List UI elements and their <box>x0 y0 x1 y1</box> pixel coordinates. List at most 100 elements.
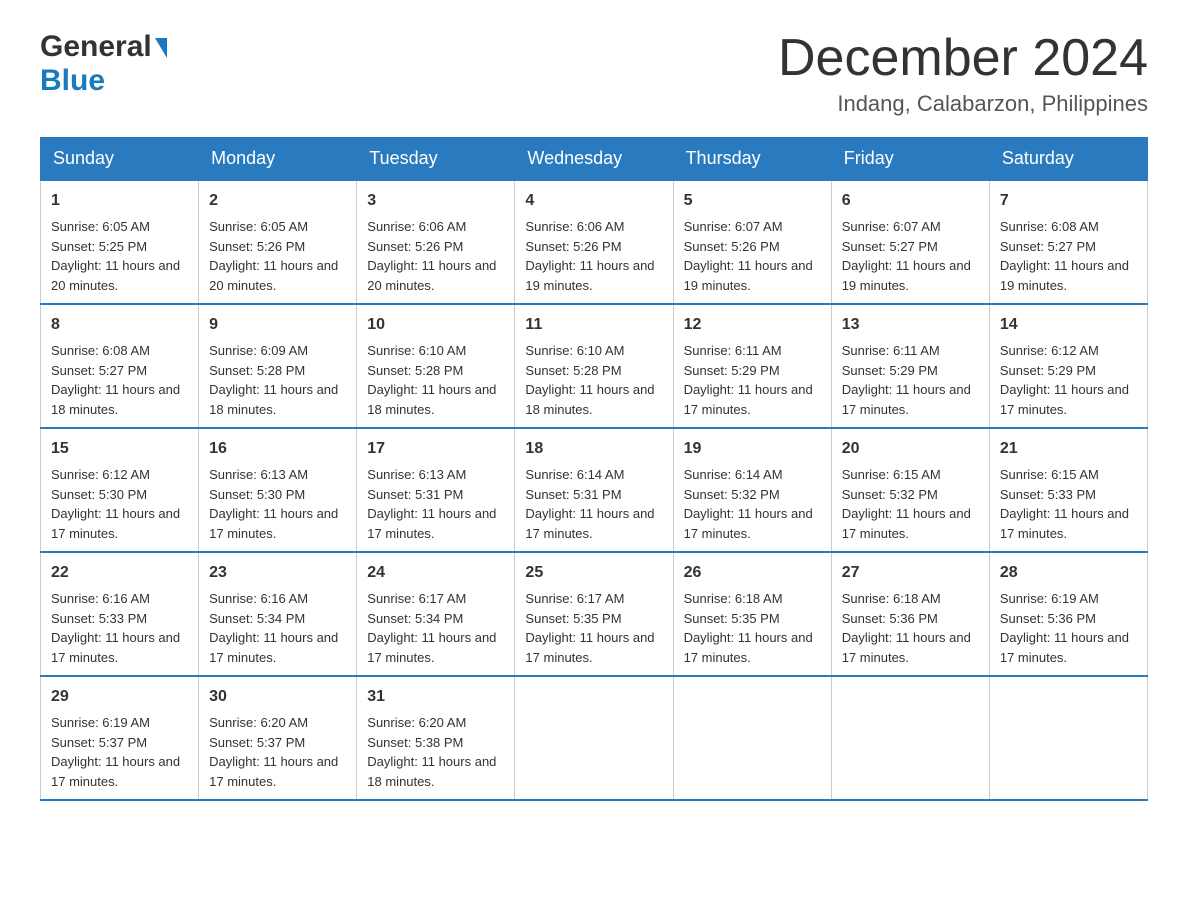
calendar-cell: 30Sunrise: 6:20 AMSunset: 5:37 PMDayligh… <box>199 676 357 800</box>
sunrise-text: Sunrise: 6:08 AM <box>1000 217 1137 237</box>
sunrise-text: Sunrise: 6:20 AM <box>367 713 504 733</box>
daylight-text: Daylight: 11 hours and 17 minutes. <box>684 380 821 419</box>
day-number: 1 <box>51 189 188 213</box>
daylight-text: Daylight: 11 hours and 17 minutes. <box>51 752 188 791</box>
calendar-cell <box>515 676 673 800</box>
day-number: 23 <box>209 561 346 585</box>
daylight-text: Daylight: 11 hours and 17 minutes. <box>1000 628 1137 667</box>
sunset-text: Sunset: 5:34 PM <box>209 609 346 629</box>
sunset-text: Sunset: 5:37 PM <box>209 733 346 753</box>
daylight-text: Daylight: 11 hours and 17 minutes. <box>51 504 188 543</box>
sunset-text: Sunset: 5:32 PM <box>684 485 821 505</box>
sunrise-text: Sunrise: 6:13 AM <box>367 465 504 485</box>
calendar-header-wednesday: Wednesday <box>515 138 673 181</box>
sunrise-text: Sunrise: 6:07 AM <box>684 217 821 237</box>
day-number: 19 <box>684 437 821 461</box>
calendar-cell: 3Sunrise: 6:06 AMSunset: 5:26 PMDaylight… <box>357 180 515 304</box>
sunset-text: Sunset: 5:36 PM <box>1000 609 1137 629</box>
sunrise-text: Sunrise: 6:07 AM <box>842 217 979 237</box>
calendar-cell: 13Sunrise: 6:11 AMSunset: 5:29 PMDayligh… <box>831 304 989 428</box>
day-number: 7 <box>1000 189 1137 213</box>
calendar-table: SundayMondayTuesdayWednesdayThursdayFrid… <box>40 137 1148 801</box>
calendar-cell: 11Sunrise: 6:10 AMSunset: 5:28 PMDayligh… <box>515 304 673 428</box>
sunset-text: Sunset: 5:31 PM <box>367 485 504 505</box>
calendar-cell: 7Sunrise: 6:08 AMSunset: 5:27 PMDaylight… <box>989 180 1147 304</box>
calendar-cell: 8Sunrise: 6:08 AMSunset: 5:27 PMDaylight… <box>41 304 199 428</box>
calendar-header-friday: Friday <box>831 138 989 181</box>
sunrise-text: Sunrise: 6:17 AM <box>525 589 662 609</box>
daylight-text: Daylight: 11 hours and 17 minutes. <box>51 628 188 667</box>
day-number: 28 <box>1000 561 1137 585</box>
sunrise-text: Sunrise: 6:16 AM <box>209 589 346 609</box>
daylight-text: Daylight: 11 hours and 17 minutes. <box>367 504 504 543</box>
calendar-week-2: 8Sunrise: 6:08 AMSunset: 5:27 PMDaylight… <box>41 304 1148 428</box>
sunrise-text: Sunrise: 6:06 AM <box>525 217 662 237</box>
daylight-text: Daylight: 11 hours and 18 minutes. <box>367 752 504 791</box>
day-number: 21 <box>1000 437 1137 461</box>
sunset-text: Sunset: 5:26 PM <box>367 237 504 257</box>
logo: General Blue <box>40 30 167 98</box>
daylight-text: Daylight: 11 hours and 17 minutes. <box>684 504 821 543</box>
sunrise-text: Sunrise: 6:05 AM <box>51 217 188 237</box>
sunset-text: Sunset: 5:27 PM <box>1000 237 1137 257</box>
day-number: 16 <box>209 437 346 461</box>
sunset-text: Sunset: 5:26 PM <box>209 237 346 257</box>
calendar-cell: 21Sunrise: 6:15 AMSunset: 5:33 PMDayligh… <box>989 428 1147 552</box>
logo-arrow-icon <box>155 38 167 58</box>
sunrise-text: Sunrise: 6:18 AM <box>684 589 821 609</box>
sunset-text: Sunset: 5:38 PM <box>367 733 504 753</box>
calendar-cell <box>989 676 1147 800</box>
calendar-cell: 23Sunrise: 6:16 AMSunset: 5:34 PMDayligh… <box>199 552 357 676</box>
calendar-cell: 19 Sunrise: 6:14 AMSunset: 5:32 PMDayligh… <box>673 428 831 552</box>
page-header: General Blue December 2024 Indang, Calab… <box>40 30 1148 117</box>
daylight-text: Daylight: 11 hours and 17 minutes. <box>842 504 979 543</box>
daylight-text: Daylight: 11 hours and 20 minutes. <box>209 256 346 295</box>
day-number: 25 <box>525 561 662 585</box>
daylight-text: Daylight: 11 hours and 19 minutes. <box>525 256 662 295</box>
sunrise-text: Sunrise: 6:12 AM <box>1000 341 1137 361</box>
calendar-header-row: SundayMondayTuesdayWednesdayThursdayFrid… <box>41 138 1148 181</box>
calendar-cell: 4Sunrise: 6:06 AMSunset: 5:26 PMDaylight… <box>515 180 673 304</box>
day-number: 18 <box>525 437 662 461</box>
calendar-cell: 14Sunrise: 6:12 AMSunset: 5:29 PMDayligh… <box>989 304 1147 428</box>
calendar-cell: 17Sunrise: 6:13 AMSunset: 5:31 PMDayligh… <box>357 428 515 552</box>
calendar-header-monday: Monday <box>199 138 357 181</box>
sunset-text: Sunset: 5:28 PM <box>367 361 504 381</box>
month-title: December 2024 <box>778 30 1148 87</box>
calendar-cell: 6Sunrise: 6:07 AMSunset: 5:27 PMDaylight… <box>831 180 989 304</box>
day-number: 27 <box>842 561 979 585</box>
daylight-text: Daylight: 11 hours and 17 minutes. <box>209 504 346 543</box>
calendar-week-5: 29Sunrise: 6:19 AMSunset: 5:37 PMDayligh… <box>41 676 1148 800</box>
calendar-cell: 5Sunrise: 6:07 AMSunset: 5:26 PMDaylight… <box>673 180 831 304</box>
calendar-cell: 24Sunrise: 6:17 AMSunset: 5:34 PMDayligh… <box>357 552 515 676</box>
sunrise-text: Sunrise: 6:15 AM <box>842 465 979 485</box>
sunrise-text: Sunrise: 6:10 AM <box>367 341 504 361</box>
sunrise-text: Sunrise: 6:18 AM <box>842 589 979 609</box>
sunrise-text: Sunrise: 6:14 AM <box>525 465 662 485</box>
sunrise-text: Sunrise: 6:11 AM <box>684 341 821 361</box>
calendar-cell: 16Sunrise: 6:13 AMSunset: 5:30 PMDayligh… <box>199 428 357 552</box>
sunset-text: Sunset: 5:29 PM <box>1000 361 1137 381</box>
sunset-text: Sunset: 5:32 PM <box>842 485 979 505</box>
daylight-text: Daylight: 11 hours and 17 minutes. <box>842 380 979 419</box>
day-number: 14 <box>1000 313 1137 337</box>
day-number: 31 <box>367 685 504 709</box>
calendar-cell: 22Sunrise: 6:16 AMSunset: 5:33 PMDayligh… <box>41 552 199 676</box>
sunrise-text: Sunrise: 6:05 AM <box>209 217 346 237</box>
sunrise-text: Sunrise: 6:14 AM <box>684 465 821 485</box>
daylight-text: Daylight: 11 hours and 17 minutes. <box>1000 504 1137 543</box>
day-number: 26 <box>684 561 821 585</box>
daylight-text: Daylight: 11 hours and 19 minutes. <box>842 256 979 295</box>
sunset-text: Sunset: 5:29 PM <box>842 361 979 381</box>
calendar-header-thursday: Thursday <box>673 138 831 181</box>
calendar-cell: 20Sunrise: 6:15 AMSunset: 5:32 PMDayligh… <box>831 428 989 552</box>
logo-blue: Blue <box>40 64 105 97</box>
day-number: 24 <box>367 561 504 585</box>
calendar-header-sunday: Sunday <box>41 138 199 181</box>
daylight-text: Daylight: 11 hours and 17 minutes. <box>525 504 662 543</box>
calendar-cell: 1Sunrise: 6:05 AMSunset: 5:25 PMDaylight… <box>41 180 199 304</box>
sunset-text: Sunset: 5:35 PM <box>684 609 821 629</box>
day-number: 8 <box>51 313 188 337</box>
sunrise-text: Sunrise: 6:13 AM <box>209 465 346 485</box>
logo-general: General <box>40 30 152 64</box>
